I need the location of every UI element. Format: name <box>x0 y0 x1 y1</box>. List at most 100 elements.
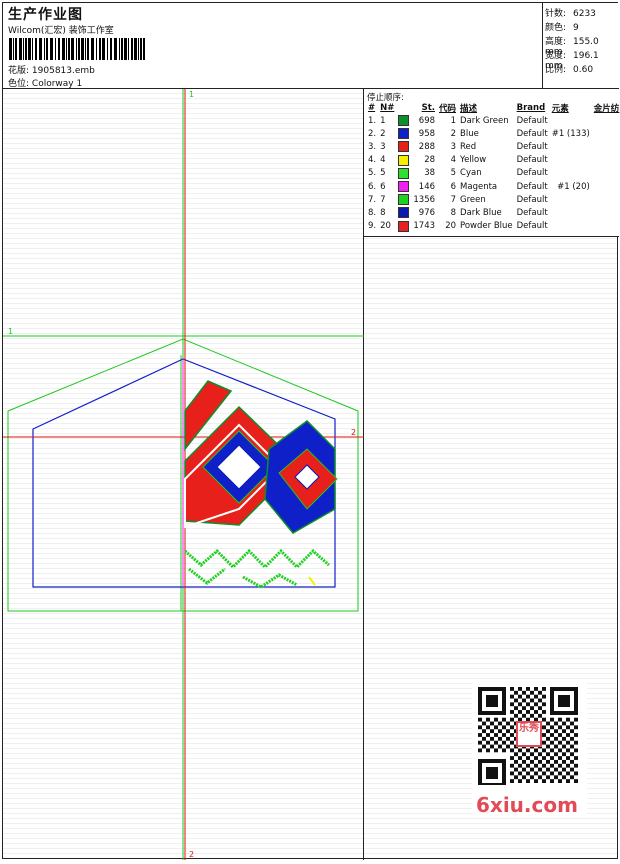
spec-scale: 比例: 0.60 <box>545 65 594 75</box>
row-swatch <box>396 180 411 193</box>
col-needle: N# <box>380 103 395 113</box>
row-brand: Default <box>516 207 548 218</box>
row-stitches: 28 <box>424 155 436 166</box>
row-stitches: 1356 <box>413 194 436 205</box>
row-code: 1 <box>450 115 457 126</box>
stop-sequence-table: # N# St. 代码 描述 Brand 元素 金片纺 1. 1 698 1 Dark … <box>366 102 620 233</box>
col-brand: Brand <box>516 103 546 113</box>
guide-label-h-right: 2 <box>351 428 356 437</box>
row-index: 3. <box>368 141 377 152</box>
row-sequin <box>592 193 620 206</box>
row-swatch <box>396 140 411 153</box>
row-sequin <box>592 154 620 167</box>
row-sequin <box>592 167 620 180</box>
spec-stitches: 针数: 6233 <box>545 9 596 19</box>
barcode <box>9 38 145 60</box>
row-element <box>550 167 592 180</box>
row-brand: Default <box>516 128 548 139</box>
design-label: 花版: <box>8 66 30 76</box>
row-swatch <box>396 220 411 233</box>
row-element: #1 (133) <box>551 128 590 139</box>
row-stitches: 38 <box>424 168 436 179</box>
row-element <box>550 114 592 127</box>
row-brand: Default <box>516 194 548 205</box>
row-index: 7. <box>368 194 377 205</box>
row-brand: Default <box>516 115 548 126</box>
row-sequin <box>592 220 620 233</box>
color-swatch <box>398 115 410 127</box>
stop-sequence-panel: 停止顺序: # N# St. 代码 描述 Brand 元素 金片纺 1. 1 698… <box>364 89 619 237</box>
design-canvas: 1 2 1 2 <box>3 89 364 860</box>
watermark-text: 6xiu.com <box>476 793 578 817</box>
table-row: 3. 3 288 3 Red Default <box>366 140 620 153</box>
row-sequin <box>592 206 620 219</box>
color-swatch <box>398 154 410 166</box>
qr-center-badge: 乐秀 <box>516 721 542 747</box>
row-code: 8 <box>450 207 457 218</box>
table-row: 6. 6 146 6 Magenta Default #1 (20) <box>366 180 620 193</box>
row-swatch <box>396 167 411 180</box>
row-element <box>550 206 592 219</box>
row-code: 20 <box>445 221 457 232</box>
row-index: 9. <box>368 221 377 232</box>
color-swatch <box>398 207 410 219</box>
row-needle: 4 <box>380 155 386 166</box>
col-stitches: St. <box>421 103 436 113</box>
row-sequin <box>592 114 620 127</box>
row-sequin <box>592 180 620 193</box>
row-index: 2. <box>368 128 377 139</box>
row-description: Red <box>460 141 477 152</box>
row-stitches: 288 <box>418 141 436 152</box>
row-code: 3 <box>450 141 457 152</box>
row-description: Magenta <box>460 181 498 192</box>
row-index: 1. <box>368 115 377 126</box>
row-sequin <box>592 140 620 153</box>
color-swatch <box>398 167 410 179</box>
table-row: 4. 4 28 4 Yellow Default <box>366 154 620 167</box>
row-sequin <box>592 127 620 140</box>
row-code: 2 <box>450 128 457 139</box>
row-index: 8. <box>368 207 377 218</box>
spec-colors: 颜色: 9 <box>545 23 579 33</box>
table-row: 9. 20 1743 20 Powder Blue Default <box>366 220 620 233</box>
row-code: 6 <box>450 181 457 192</box>
row-description: Yellow <box>460 155 487 166</box>
row-swatch <box>396 114 411 127</box>
table-row: 5. 5 38 5 Cyan Default <box>366 167 620 180</box>
row-description: Green <box>460 194 486 205</box>
color-swatch <box>398 194 410 206</box>
row-stitches: 958 <box>418 128 436 139</box>
design-file: 1905813.emb <box>31 66 95 76</box>
design-file-line: 花版: 1905813.emb <box>8 63 95 76</box>
studio-name: Wilcom(汇宏) 装饰工作室 <box>8 26 114 36</box>
col-code: 代码 <box>439 104 457 114</box>
row-element <box>550 193 592 206</box>
colorway-value: Colorway 1 <box>31 79 83 89</box>
col-element: 元素 <box>551 104 569 114</box>
row-code: 4 <box>450 155 457 166</box>
specs-panel: 针数: 6233 颜色: 9 高度: 155.0 mm 宽度: 196.1 mm 比例:… <box>543 3 619 89</box>
row-needle: 2 <box>380 128 386 139</box>
table-row: 2. 2 958 2 Blue Default #1 (133) <box>366 127 620 140</box>
col-description: 描述 <box>460 104 478 114</box>
row-stitches: 1743 <box>413 221 436 232</box>
row-brand: Default <box>516 155 548 166</box>
row-description: Cyan <box>460 168 482 179</box>
table-header-row: # N# St. 代码 描述 Brand 元素 金片纺 <box>366 102 620 114</box>
row-stitches: 698 <box>418 115 436 126</box>
row-element <box>550 154 592 167</box>
row-element: #1 (20) <box>557 181 590 192</box>
row-description: Dark Green <box>460 115 509 126</box>
row-stitches: 146 <box>418 181 436 192</box>
col-sequin: 金片纺 <box>593 104 620 114</box>
row-stitches: 976 <box>418 207 436 218</box>
row-swatch <box>396 206 411 219</box>
row-needle: 6 <box>380 181 386 192</box>
page-title: 生产作业图 <box>8 7 83 23</box>
row-brand: Default <box>516 181 548 192</box>
table-row: 1. 1 698 1 Dark Green Default <box>366 114 620 127</box>
color-swatch <box>398 181 410 193</box>
row-needle: 8 <box>380 207 386 218</box>
row-element <box>550 220 592 233</box>
color-swatch <box>398 220 410 232</box>
